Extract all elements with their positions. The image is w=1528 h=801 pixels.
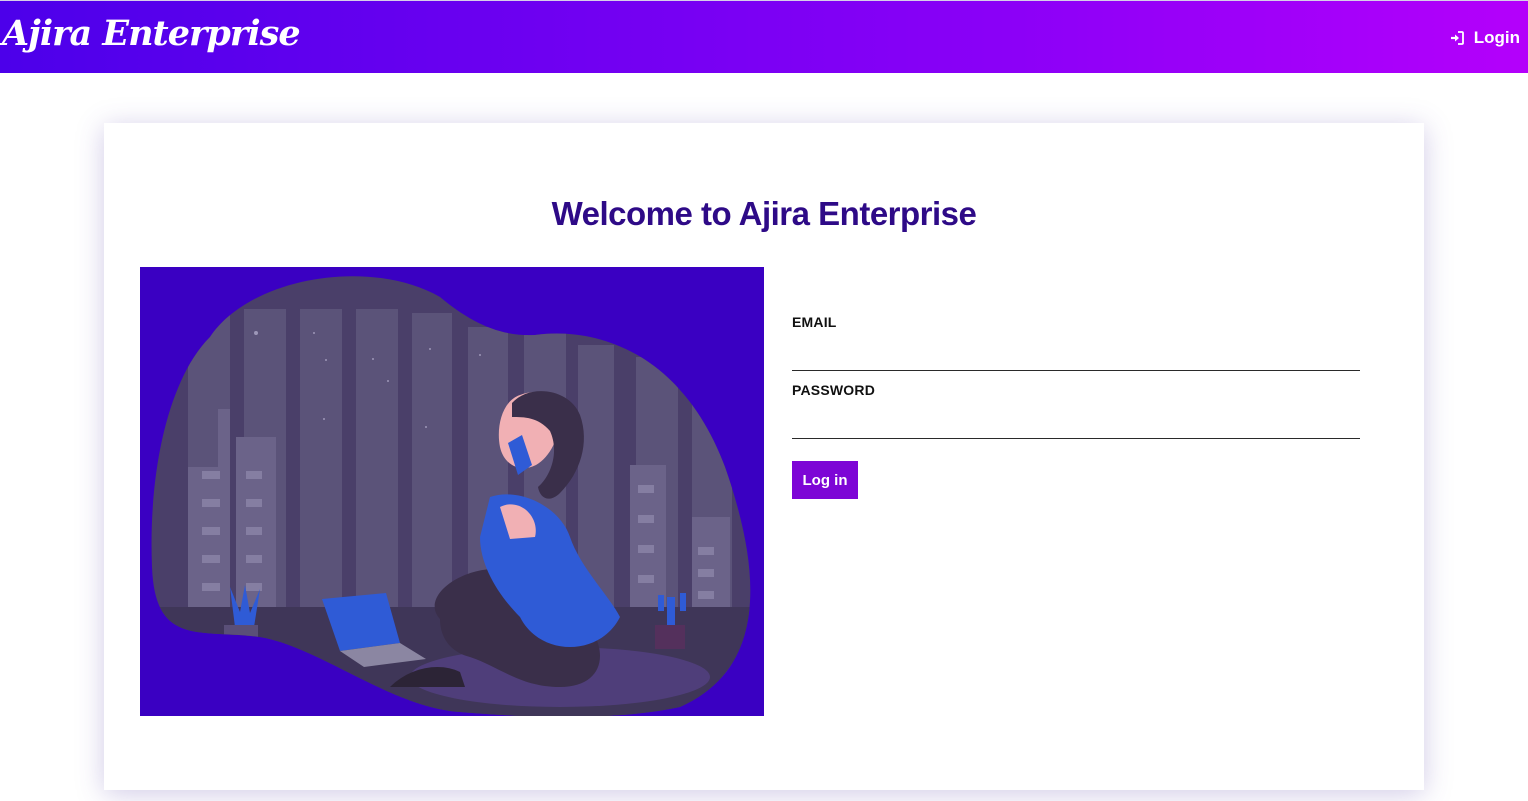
page-title: Welcome to Ajira Enterprise: [551, 195, 977, 232]
top-navbar: Ajira Enterprise Login: [0, 0, 1528, 73]
brand-logo[interactable]: Ajira Enterprise: [2, 13, 301, 54]
password-field[interactable]: [792, 399, 1360, 439]
login-form: EMAIL PASSWORD Log in: [792, 313, 1360, 499]
sign-in-icon: [1450, 31, 1464, 45]
hero-illustration: [140, 267, 764, 716]
login-card: Welcome to Ajira Enterprise EMAIL PASSWO…: [104, 123, 1424, 790]
email-field[interactable]: [792, 331, 1360, 371]
login-link[interactable]: Login: [1450, 27, 1520, 49]
field-spacer: [792, 371, 1360, 381]
login-button[interactable]: Log in: [792, 461, 858, 499]
password-label: PASSWORD: [792, 382, 876, 398]
login-link-label: Login: [1473, 28, 1520, 47]
email-label: EMAIL: [792, 314, 837, 330]
